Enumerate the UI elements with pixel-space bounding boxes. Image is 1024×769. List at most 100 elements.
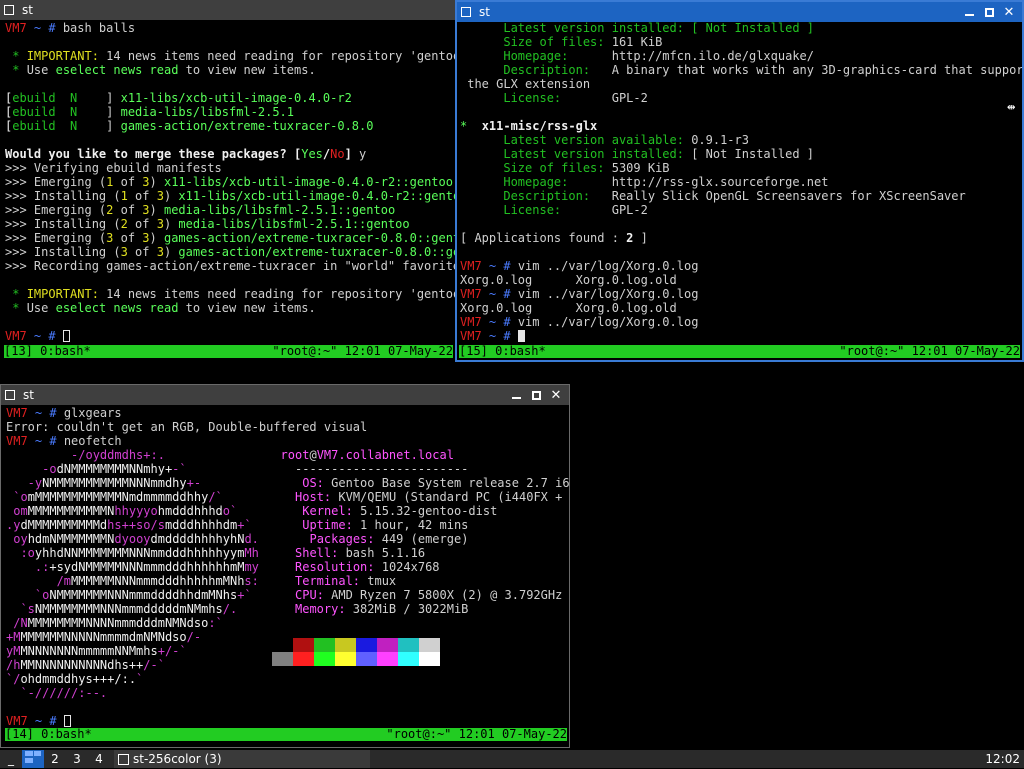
terminal-text: /m xyxy=(6,574,72,588)
terminal-text: VM7 xyxy=(6,406,28,420)
terminal-text: eselect news read xyxy=(55,301,179,315)
terminal-text: x11-misc/rss-glx xyxy=(481,119,598,133)
terminal-text: ebuild N xyxy=(12,91,107,105)
terminal-text: ` xyxy=(136,672,144,686)
terminal-line: >>> Recording games-action/extreme-tuxra… xyxy=(5,259,455,273)
text-cursor xyxy=(62,330,70,342)
workspace-2[interactable]: 2 xyxy=(44,750,66,768)
terminal-text: oy xyxy=(6,532,28,546)
workspace-1[interactable] xyxy=(22,750,44,768)
terminal-line: /mMMMMMMNNNmmmdddhhhhhmMNhs: Terminal: t… xyxy=(6,574,569,588)
terminal-line: Description: Really Slick OpenGL Screens… xyxy=(460,189,1022,203)
terminal-text: /N xyxy=(6,616,28,630)
terminal-text: @ xyxy=(309,448,317,462)
maximize-icon xyxy=(531,390,541,400)
color-swatch xyxy=(419,638,440,652)
color-swatch xyxy=(398,638,419,652)
terminal-text: 14 news items need reading for repositor… xyxy=(98,287,455,301)
terminal-text: http://mfcn.ilo.de/glxquake/ xyxy=(611,49,815,63)
terminal-text: 2 xyxy=(120,217,128,231)
terminal-line: /NMMMMMMMMNNNNmmmdddmNMNdso:` xyxy=(6,616,569,630)
terminal-text: /` xyxy=(208,490,223,504)
taskbar-menu-button[interactable]: _ xyxy=(0,750,22,768)
terminal-text: MMMMMMMMMMMN xyxy=(27,504,115,518)
terminal-text: media-libs/libsfml-2.5.1::gentoo xyxy=(163,203,396,217)
terminal-text: ~ # xyxy=(26,21,63,35)
terminal-text: bash balls xyxy=(62,21,136,35)
terminal-line: Xorg.0.log Xorg.0.log.old xyxy=(460,301,1022,315)
terminal-text: >>> Emerging ( xyxy=(5,175,107,189)
minimize-button[interactable] xyxy=(960,3,978,21)
terminal-text: of xyxy=(127,217,157,231)
terminal-text: ] xyxy=(344,147,360,161)
window-titlebar[interactable]: st ✕ xyxy=(1,385,569,405)
window-titlebar[interactable]: st ✕ xyxy=(457,2,1022,22)
terminal-line: -odNMMMMMMMMNNmhy+-` -------------------… xyxy=(6,462,569,476)
terminal-text: bash 5.1.16 xyxy=(345,546,426,560)
window-titlebar[interactable]: st xyxy=(0,0,455,20)
terminal-text: 5309 KiB xyxy=(611,161,670,175)
terminal-text: 3 xyxy=(156,189,164,203)
terminal-text: y xyxy=(359,147,367,161)
color-swatch xyxy=(314,638,335,652)
terminal-line: >>> Emerging (1 of 3) x11-libs/xcb-util-… xyxy=(5,175,455,189)
terminal-text: >>> Installing ( xyxy=(5,217,121,231)
tmux-status-right: "root@:~" 12:01 07-May-22 xyxy=(386,727,567,741)
terminal-text: [ Applications found : xyxy=(460,231,627,245)
window-icon xyxy=(5,390,15,400)
terminal-text: GPL-2 xyxy=(611,203,648,217)
terminal-line: Latest version installed: [ Not Installe… xyxy=(460,21,1022,35)
terminal-output[interactable]: Latest version installed: [ Not Installe… xyxy=(460,21,1022,343)
minimize-button[interactable] xyxy=(507,386,525,404)
maximize-button[interactable] xyxy=(527,386,545,404)
terminal-window-top-right[interactable]: st ✕ Latest version installed: [ Not Ins… xyxy=(455,0,1024,362)
terminal-line: * Use eselect news read to view new item… xyxy=(5,63,455,77)
tmux-status-left: [15] 0:bash* xyxy=(459,344,546,358)
terminal-text: .: xyxy=(6,560,50,574)
minimize-icon xyxy=(511,397,521,399)
taskbar-task-label: st-256color (3) xyxy=(133,752,222,766)
terminal-line: Error: couldn't get an RGB, Double-buffe… xyxy=(6,420,569,434)
workspace-3[interactable]: 3 xyxy=(66,750,88,768)
terminal-output[interactable]: VM7 ~ # glxgears Error: couldn't get an R… xyxy=(6,406,569,728)
terminal-text: hhyyyo xyxy=(114,504,158,518)
taskbar-task-button[interactable]: st-256color (3) xyxy=(114,750,370,768)
maximize-button[interactable] xyxy=(980,3,998,21)
palette-row-bottom xyxy=(272,652,440,666)
terminal-text: >>> Emerging ( xyxy=(5,231,107,245)
workspace-4[interactable]: 4 xyxy=(88,750,110,768)
color-swatch xyxy=(335,638,356,652)
terminal-output[interactable]: VM7 ~ # bash balls * IMPORTANT: 14 news … xyxy=(5,21,455,343)
color-swatch xyxy=(377,652,398,666)
neofetch-palette xyxy=(6,638,440,666)
terminal-text: d. xyxy=(244,532,259,546)
workspace-switcher: 234 xyxy=(22,750,110,768)
terminal-text: dMMMMMMMMMMd xyxy=(20,518,108,532)
close-button[interactable]: ✕ xyxy=(1000,3,1018,21)
terminal-text: 14 news items need reading for repositor… xyxy=(98,49,455,63)
terminal-window-top-left[interactable]: st VM7 ~ # bash balls * IMPORTANT: 14 ne… xyxy=(0,0,455,362)
terminal-text: * xyxy=(5,287,27,301)
terminal-text: Terminal: xyxy=(295,574,368,588)
terminal-line: VM7 ~ # xyxy=(6,714,569,728)
terminal-text: Use xyxy=(26,301,56,315)
terminal-line: * x11-misc/rss-glx xyxy=(460,119,1022,133)
terminal-text: 3 xyxy=(120,245,128,259)
terminal-text: media-libs/libsfml-2.5.1 xyxy=(120,105,294,119)
terminal-text: Latest version installed: xyxy=(460,147,692,161)
terminal-text: 5.15.32-gentoo-dist xyxy=(360,504,498,518)
terminal-text: Latest version available: xyxy=(460,133,692,147)
terminal-text: s: xyxy=(244,574,259,588)
color-swatch xyxy=(293,652,314,666)
terminal-window-bottom[interactable]: st ✕ VM7 ~ # glxgears Error: couldn't get… xyxy=(0,384,570,748)
terminal-text: vim ../var/log/Xorg.0.log xyxy=(517,259,699,273)
close-button[interactable]: ✕ xyxy=(547,386,565,404)
